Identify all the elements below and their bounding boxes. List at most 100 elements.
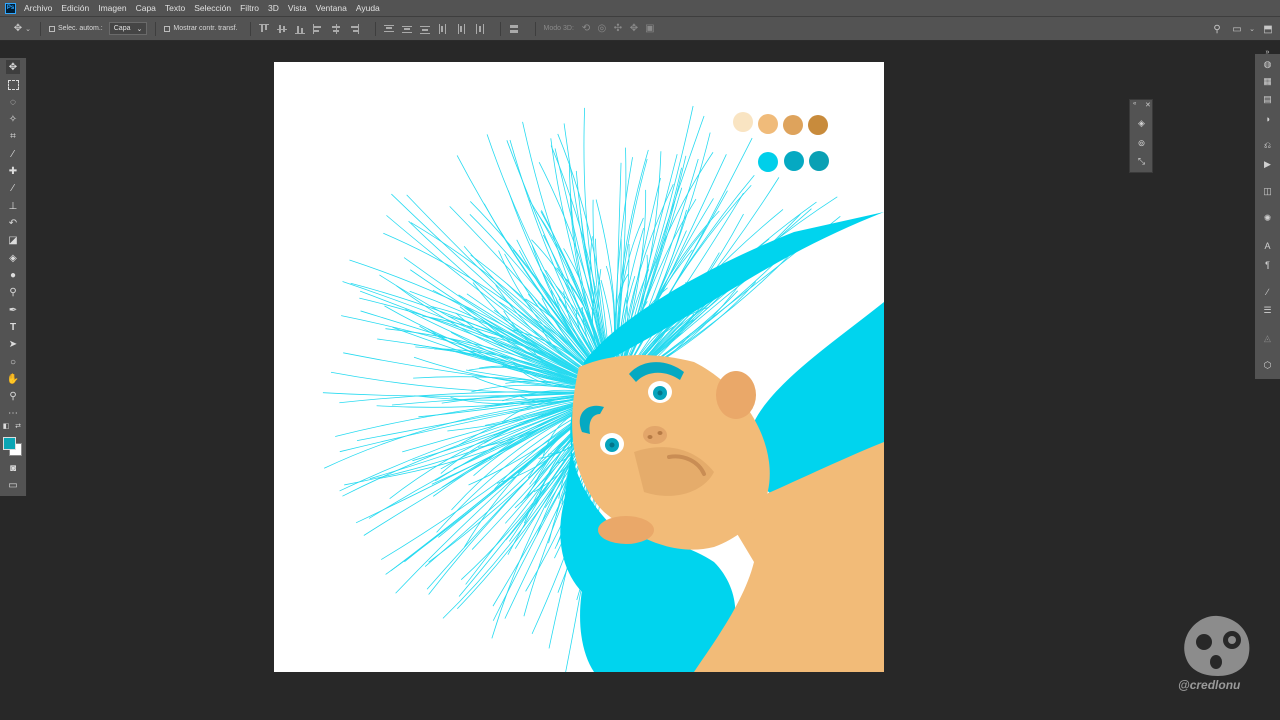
divider (534, 21, 536, 36)
layers-panel-icon[interactable]: ◈ (1135, 117, 1148, 130)
actions-panel-icon[interactable]: ▶ (1261, 158, 1274, 171)
align-top-edges-icon[interactable] (258, 23, 269, 34)
dodge-tool-icon[interactable]: ⚲ (6, 285, 20, 299)
default-colors-icon[interactable]: ◧ (2, 422, 10, 430)
menu-seleccion[interactable]: Selección (194, 3, 231, 13)
pen-tool-icon[interactable]: ✒ (6, 303, 20, 317)
marquee-tool-icon[interactable] (6, 78, 20, 92)
menu-3d[interactable]: 3D (268, 3, 279, 13)
align-horizontal-centers-icon[interactable] (331, 23, 341, 34)
libraries-panel-icon[interactable]: ▤ (1261, 93, 1274, 106)
3d-box-icon[interactable]: ⬡ (1261, 359, 1274, 372)
properties-panel-icon[interactable]: ☰ (1261, 304, 1274, 317)
distribute-bottom-icon[interactable] (419, 24, 430, 34)
align-left-edges-icon[interactable] (312, 23, 323, 34)
history-panel-icon[interactable]: ⎌ (1261, 139, 1274, 152)
orbit-3d-icon[interactable]: ⟲ (580, 23, 592, 35)
path-selection-tool-icon[interactable]: ➤ (6, 337, 20, 351)
menu-ayuda[interactable]: Ayuda (356, 3, 380, 13)
pupil-left (609, 442, 615, 448)
navigator-panel-icon[interactable]: ◫ (1261, 185, 1274, 198)
brush-settings-icon[interactable]: ∕ (1261, 285, 1274, 298)
slide-3d-icon[interactable]: ✥ (628, 23, 640, 35)
paragraph-panel-icon[interactable]: ¶ (1261, 258, 1274, 271)
document-canvas[interactable] (274, 62, 884, 672)
zoom-tool-icon[interactable]: ⚲ (6, 389, 20, 403)
menu-ventana[interactable]: Ventana (316, 3, 347, 13)
auto-select-checkbox[interactable] (49, 25, 55, 32)
menu-texto[interactable]: Texto (165, 3, 185, 13)
adjustments-panel-icon[interactable]: ◑ (1261, 112, 1274, 125)
distribute-vertical-centers-icon[interactable] (401, 24, 412, 34)
camera-3d-icon[interactable]: ▣ (644, 23, 656, 35)
swatches-panel-icon[interactable]: ▦ (1261, 75, 1274, 88)
channels-panel-icon[interactable]: ⊚ (1135, 137, 1148, 150)
divider (249, 21, 251, 36)
ear-right (716, 371, 756, 419)
eyedropper-tool-icon[interactable]: ⁄ (6, 147, 20, 161)
screen-mode-icon[interactable]: ▭ (6, 478, 20, 492)
character-panel-icon[interactable]: A (1261, 239, 1274, 252)
distribute-top-icon[interactable] (383, 24, 394, 34)
move-tool-icon[interactable]: ✥ (6, 60, 20, 74)
menu-archivo[interactable]: Archivo (24, 3, 52, 13)
auto-align-layers-icon[interactable] (509, 24, 519, 34)
menu-imagen[interactable]: Imagen (98, 3, 126, 13)
paint-bucket-tool-icon[interactable]: ◈ (6, 251, 20, 265)
clone-stamp-tool-icon[interactable]: ⊥ (6, 199, 20, 213)
paths-panel-icon[interactable]: ⤡ (1135, 155, 1148, 168)
quick-mask-icon[interactable]: ◙ (6, 461, 20, 475)
brush-tool-icon[interactable]: ∕ (6, 181, 20, 195)
close-icon[interactable]: ✕ (1145, 101, 1151, 109)
pan-3d-icon[interactable]: ✣ (612, 23, 624, 35)
roll-3d-icon[interactable]: ◎ (596, 23, 608, 35)
distribute-horizontal-centers-icon[interactable] (456, 23, 466, 34)
collapse-icon[interactable]: « (1133, 101, 1136, 107)
glyphs-panel-icon[interactable]: ◬ (1261, 332, 1274, 345)
auto-select-value: Capa (113, 25, 131, 32)
menu-edicion[interactable]: Edición (61, 3, 89, 13)
ear-left (598, 516, 654, 544)
align-vertical-centers-icon[interactable] (276, 24, 287, 34)
photoshop-logo-icon[interactable]: Ps (5, 2, 16, 14)
lightbulb-icon[interactable]: ✺ (1261, 212, 1274, 225)
history-brush-tool-icon[interactable]: ↶ (6, 216, 20, 230)
hand-tool-icon[interactable]: ✋ (6, 372, 20, 386)
options-bar: ✥ ⌄ Selec. autom.: Capa ⌄ Mostrar contr.… (0, 16, 1280, 41)
type-tool-icon[interactable]: T (6, 320, 20, 334)
auto-select-dropdown[interactable]: Capa ⌄ (108, 22, 148, 35)
3d-panel-icon[interactable]: ◍ (1261, 58, 1274, 71)
search-icon[interactable]: ⚲ (1211, 23, 1223, 35)
divider (40, 21, 41, 36)
healing-brush-tool-icon[interactable]: ✚ (6, 164, 20, 178)
foreground-color-swatch[interactable] (3, 437, 16, 450)
chevron-down-icon[interactable]: ⌄ (24, 23, 32, 35)
ellipse-tool-icon[interactable]: ○ (6, 355, 20, 369)
show-transform-label: Mostrar contr. transf. (173, 25, 238, 32)
crop-tool-icon[interactable]: ⌗ (6, 129, 20, 143)
chevron-down-icon[interactable]: ⌄ (1246, 23, 1258, 35)
show-transform-checkbox[interactable] (164, 25, 171, 32)
menu-filtro[interactable]: Filtro (240, 3, 259, 13)
floating-panel: « ✕ ◈ ⊚ ⤡ (1129, 99, 1153, 173)
align-right-edges-icon[interactable] (349, 23, 359, 34)
magic-wand-tool-icon[interactable]: ✧ (6, 112, 20, 126)
workspace-icon[interactable]: ▭ (1231, 23, 1243, 35)
menu-vista[interactable]: Vista (288, 3, 307, 13)
distribute-right-icon[interactable] (474, 23, 484, 34)
eraser-tool-icon[interactable]: ◪ (6, 233, 20, 247)
align-bottom-edges-icon[interactable] (294, 24, 305, 34)
move-tool-preset-icon[interactable]: ✥ (12, 23, 24, 35)
share-icon[interactable]: ⬒ (1262, 23, 1274, 35)
tools-panel: ✥ ◌ ✧ ⌗ ⁄ ✚ ∕ ⊥ ↶ ◪ ◈ ● ⚲ ✒ T ➤ ○ ✋ ⚲ ⋯ … (0, 58, 27, 496)
distribute-left-icon[interactable] (438, 23, 448, 34)
character-illustration (322, 105, 884, 672)
menu-capa[interactable]: Capa (136, 3, 156, 13)
lasso-tool-icon[interactable]: ◌ (6, 95, 20, 109)
swap-colors-icon[interactable]: ⇄ (14, 422, 22, 430)
mode-3d-label: Modo 3D: (543, 25, 574, 32)
blur-tool-icon[interactable]: ● (6, 268, 20, 282)
divider (155, 21, 157, 36)
more-tools-icon[interactable]: ⋯ (6, 406, 20, 420)
divider (374, 21, 376, 36)
